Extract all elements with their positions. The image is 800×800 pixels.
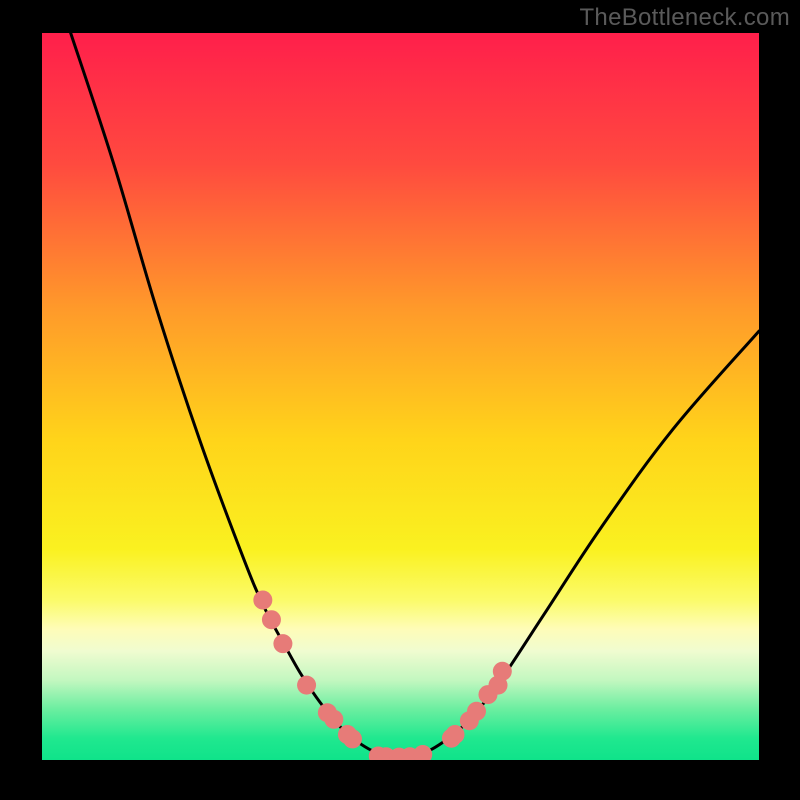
data-marker — [262, 610, 281, 629]
data-marker — [253, 591, 272, 610]
watermark-text: TheBottleneck.com — [579, 4, 790, 32]
data-marker — [343, 729, 362, 748]
data-marker — [467, 702, 486, 721]
plot-area — [42, 33, 759, 760]
data-marker — [413, 745, 432, 760]
chart-stage: TheBottleneck.com — [0, 0, 800, 800]
data-marker — [445, 725, 464, 744]
data-marker — [273, 634, 292, 653]
bottleneck-curve — [71, 33, 759, 757]
data-marker — [493, 662, 512, 681]
chart-svg — [42, 33, 759, 760]
data-marker — [297, 676, 316, 695]
data-marker — [324, 710, 343, 729]
